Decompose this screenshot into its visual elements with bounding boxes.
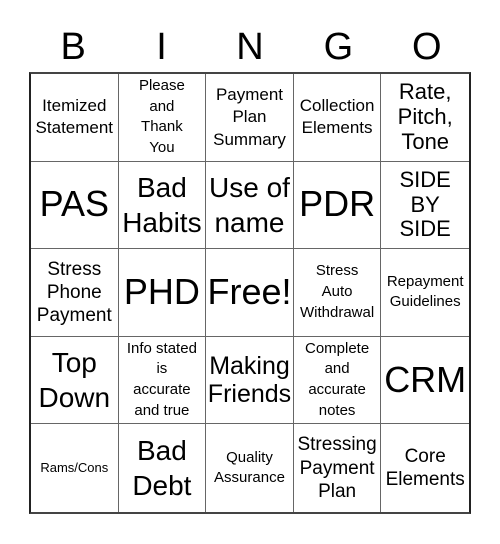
- bingo-cell[interactable]: Repayment Guidelines: [381, 249, 469, 337]
- bingo-cell[interactable]: Collection Elements: [293, 74, 382, 162]
- bingo-cell-label: PDR: [299, 183, 376, 225]
- bingo-cell-label: Itemized Statement: [35, 95, 114, 138]
- bingo-cell-label: CRM: [384, 358, 467, 400]
- bingo-cell-label: Use of name: [209, 171, 290, 238]
- bingo-cell-label: Bad Habits: [122, 171, 202, 238]
- bingo-cell[interactable]: Bad Debt: [119, 424, 207, 512]
- header-letter-o: O: [411, 26, 442, 68]
- bingo-cell-label: Complete and accurate notes: [304, 339, 370, 419]
- bingo-cell-label: Stress Auto Withdrawal: [300, 262, 375, 321]
- header-letter-b: B: [60, 26, 86, 68]
- bingo-cell[interactable]: Please and Thank You: [118, 74, 207, 162]
- bingo-cell[interactable]: Core Elements: [381, 424, 469, 512]
- bingo-cell-label: Info stated is accurate and true: [126, 339, 197, 419]
- bingo-cell-label: Rate, Pitch, Tone: [397, 79, 453, 154]
- bingo-cell[interactable]: PAS: [31, 161, 119, 250]
- bingo-cell[interactable]: Rate, Pitch, Tone: [381, 74, 469, 162]
- bingo-cell-label: Repayment Guidelines: [386, 272, 464, 311]
- bingo-cell[interactable]: Stress Auto Withdrawal: [293, 249, 382, 337]
- bingo-cell[interactable]: Top Down: [31, 336, 119, 425]
- bingo-cell[interactable]: Stress Phone Payment: [31, 249, 119, 337]
- bingo-cell-label: PHD: [123, 271, 200, 313]
- bingo-cell[interactable]: Use of name: [206, 161, 294, 250]
- header-letter-g: G: [323, 26, 354, 68]
- bingo-cell-label: Free!: [207, 271, 292, 313]
- bingo-cell-label: Stressing Payment Plan: [297, 434, 377, 502]
- bingo-cell[interactable]: SIDE BY SIDE: [381, 162, 469, 250]
- bingo-cell[interactable]: Quality Assurance: [206, 424, 294, 512]
- header-letter-i: I: [156, 26, 167, 68]
- bingo-cell-label: PAS: [39, 183, 109, 225]
- bingo-cell-label: Please and Thank You: [138, 76, 185, 156]
- bingo-cell[interactable]: Payment Plan Summary: [206, 74, 294, 162]
- bingo-header: B I N G O: [29, 22, 471, 72]
- header-letter-n: N: [236, 26, 264, 68]
- bingo-cell-label: Quality Assurance: [214, 448, 285, 487]
- bingo-cell[interactable]: Bad Habits: [118, 161, 207, 250]
- bingo-cell[interactable]: Stressing Payment Plan: [294, 424, 382, 512]
- bingo-cell-label: Making Friends: [207, 352, 292, 409]
- bingo-cell-label: SIDE BY SIDE: [399, 166, 451, 242]
- bingo-cell-label: Rams/Cons: [40, 460, 109, 476]
- bingo-cell-label: Stress Phone Payment: [36, 258, 112, 327]
- bingo-cell-label: Payment Plan Summary: [213, 84, 286, 149]
- bingo-cell-label: Top Down: [38, 347, 111, 414]
- bingo-cell[interactable]: Rams/Cons: [31, 424, 119, 512]
- bingo-cell[interactable]: Info stated is accurate and true: [118, 336, 207, 425]
- bingo-cell[interactable]: Complete and accurate notes: [293, 336, 382, 425]
- bingo-cell-free-space[interactable]: Free!: [206, 249, 294, 337]
- bingo-cell-label: Bad Debt: [132, 435, 192, 502]
- bingo-cell[interactable]: Making Friends: [206, 336, 294, 425]
- bingo-cell[interactable]: PDR: [293, 161, 382, 250]
- bingo-cell-label: Core Elements: [385, 446, 465, 491]
- bingo-cell[interactable]: CRM: [381, 337, 469, 425]
- bingo-card-grid: Itemized Statement Please and Thank You Pa…: [29, 72, 471, 514]
- bingo-cell[interactable]: PHD: [118, 249, 207, 337]
- bingo-cell[interactable]: Itemized Statement: [31, 74, 119, 162]
- bingo-cell-label: Collection Elements: [299, 95, 375, 138]
